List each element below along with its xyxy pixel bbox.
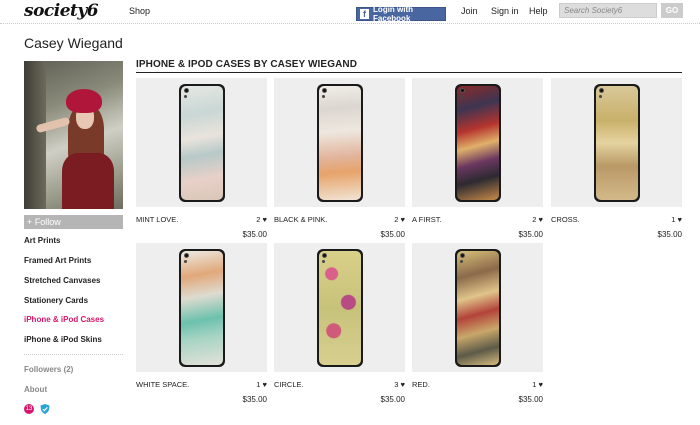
artist-name: Casey Wiegand — [24, 35, 123, 51]
section-rule — [136, 72, 682, 73]
like-count: 2 — [256, 215, 261, 224]
section-title: IPHONE & IPOD CASES BY CASEY WIEGAND — [136, 59, 358, 70]
product-card[interactable]: BLACK & PINK. 2 ♥ $35.00 — [274, 78, 405, 239]
heart-icon: ♥ — [400, 380, 405, 389]
facebook-icon: f — [360, 9, 370, 19]
phone-case-image — [594, 84, 640, 202]
phone-case-image — [455, 84, 501, 202]
phone-case-image — [179, 249, 225, 367]
product-likes[interactable]: 1 ♥ — [671, 215, 682, 224]
product-price: $35.00 — [242, 395, 267, 404]
facebook-login-button[interactable]: f Login with Facebook — [356, 5, 446, 23]
product-name[interactable]: RED. — [412, 380, 430, 389]
sidebar-item-stationery-cards[interactable]: Stationery Cards — [24, 296, 88, 305]
product-image[interactable] — [412, 243, 543, 372]
product-name[interactable]: BLACK & PINK. — [274, 215, 327, 224]
nav-help-link[interactable]: Help — [529, 6, 548, 16]
sidebar-item-art-prints[interactable]: Art Prints — [24, 236, 60, 245]
phone-case-image — [455, 249, 501, 367]
heart-icon: ♥ — [262, 380, 267, 389]
product-likes[interactable]: 3 ♥ — [394, 380, 405, 389]
product-price: $35.00 — [657, 230, 682, 239]
product-card[interactable]: CIRCLE. 3 ♥ $35.00 — [274, 243, 405, 404]
product-price: $35.00 — [242, 230, 267, 239]
badge-count-icon[interactable]: 13 — [24, 404, 34, 414]
followers-link[interactable]: Followers (2) — [24, 365, 73, 374]
top-nav: society6 Shop f Login with Facebook Join… — [0, 0, 700, 24]
product-image[interactable] — [136, 243, 267, 372]
nav-signin-link[interactable]: Sign in — [491, 6, 519, 16]
phone-case-image — [317, 84, 363, 202]
product-card[interactable]: A FIRST. 2 ♥ $35.00 — [412, 78, 543, 239]
nav-join-link[interactable]: Join — [461, 6, 478, 16]
product-name[interactable]: MINT LOVE. — [136, 215, 178, 224]
like-count: 2 — [394, 215, 399, 224]
sidebar-item-stretched-canvases[interactable]: Stretched Canvases — [24, 276, 100, 285]
sidebar-divider — [24, 354, 123, 355]
product-price: $35.00 — [518, 230, 543, 239]
artist-avatar[interactable] — [24, 61, 123, 209]
product-card[interactable]: MINT LOVE. 2 ♥ $35.00 — [136, 78, 267, 239]
product-card[interactable]: RED. 1 ♥ $35.00 — [412, 243, 543, 404]
product-price: $35.00 — [380, 230, 405, 239]
product-image[interactable] — [274, 78, 405, 207]
about-link[interactable]: About — [24, 385, 47, 394]
product-likes[interactable]: 2 ♥ — [532, 215, 543, 224]
like-count: 3 — [394, 380, 399, 389]
product-card[interactable]: WHITE SPACE. 1 ♥ $35.00 — [136, 243, 267, 404]
product-price: $35.00 — [518, 395, 543, 404]
follow-button[interactable]: + Follow — [24, 215, 123, 229]
nav-shop-link[interactable]: Shop — [129, 6, 150, 16]
heart-icon: ♥ — [538, 215, 543, 224]
product-name[interactable]: CROSS. — [551, 215, 580, 224]
product-name[interactable]: A FIRST. — [412, 215, 442, 224]
product-likes[interactable]: 1 ♥ — [256, 380, 267, 389]
product-image[interactable] — [551, 78, 682, 207]
like-count: 1 — [256, 380, 261, 389]
phone-case-image — [317, 249, 363, 367]
facebook-login-label: Login with Facebook — [373, 5, 414, 23]
product-image[interactable] — [274, 243, 405, 372]
like-count: 1 — [532, 380, 537, 389]
product-likes[interactable]: 1 ♥ — [532, 380, 543, 389]
heart-icon: ♥ — [677, 215, 682, 224]
phone-case-image — [179, 84, 225, 202]
sidebar-item-framed-art-prints[interactable]: Framed Art Prints — [24, 256, 91, 265]
product-price: $35.00 — [380, 395, 405, 404]
product-likes[interactable]: 2 ♥ — [256, 215, 267, 224]
like-count: 2 — [532, 215, 537, 224]
sidebar-item-iphone-cases[interactable]: iPhone & iPod Cases — [24, 315, 104, 324]
product-image[interactable] — [412, 78, 543, 207]
product-name[interactable]: CIRCLE. — [274, 380, 304, 389]
search-input[interactable] — [559, 3, 657, 18]
product-name[interactable]: WHITE SPACE. — [136, 380, 189, 389]
search-go-button[interactable]: GO — [661, 3, 683, 18]
product-likes[interactable]: 2 ♥ — [394, 215, 405, 224]
sidebar-item-iphone-skins[interactable]: iPhone & iPod Skins — [24, 335, 102, 344]
shield-check-icon[interactable] — [40, 404, 50, 414]
heart-icon: ♥ — [400, 215, 405, 224]
product-card[interactable]: CROSS. 1 ♥ $35.00 — [551, 78, 682, 239]
heart-icon: ♥ — [262, 215, 267, 224]
product-image[interactable] — [136, 78, 267, 207]
site-logo[interactable]: society6 — [24, 1, 99, 21]
heart-icon: ♥ — [538, 380, 543, 389]
like-count: 1 — [671, 215, 676, 224]
